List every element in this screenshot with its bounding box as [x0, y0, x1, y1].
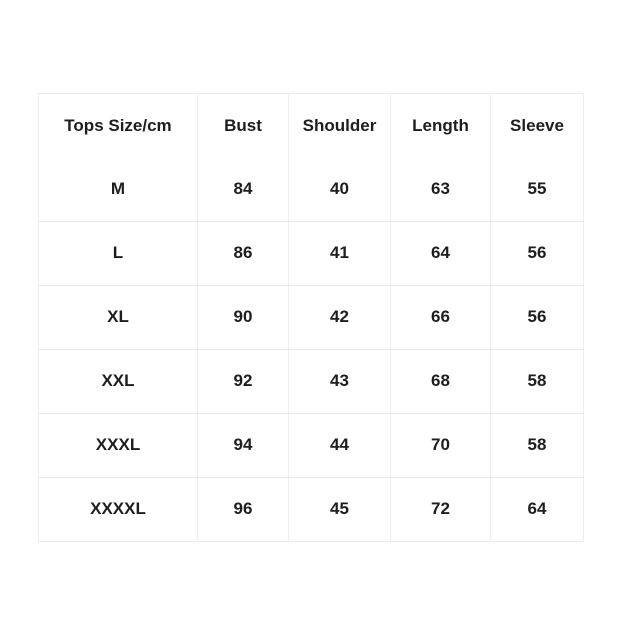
table-row: L 86 41 64 56	[38, 221, 584, 286]
cell-size: XXL	[38, 349, 198, 414]
cell-shoulder: 41	[288, 221, 391, 286]
table-row: XXXXL 96 45 72 64	[38, 477, 584, 542]
cell-bust: 92	[197, 349, 289, 414]
cell-size: XXXXL	[38, 477, 198, 542]
cell-length: 70	[390, 413, 491, 478]
cell-shoulder: 43	[288, 349, 391, 414]
cell-size: XL	[38, 285, 198, 350]
column-header-length: Length	[390, 93, 491, 158]
cell-length: 66	[390, 285, 491, 350]
cell-sleeve: 58	[490, 413, 584, 478]
table-row: XXXL 94 44 70 58	[38, 413, 584, 478]
cell-bust: 84	[197, 158, 289, 222]
cell-size: M	[38, 158, 198, 222]
cell-length: 72	[390, 477, 491, 542]
cell-sleeve: 55	[490, 158, 584, 222]
cell-sleeve: 64	[527, 499, 547, 519]
header-row: Tops Size/cm Bust Shoulder Length Sleeve	[38, 93, 584, 158]
cell-length: 64	[390, 221, 491, 286]
cell-length: 63	[390, 158, 491, 222]
column-header-size: Tops Size/cm	[38, 93, 198, 158]
page-canvas: Tops Size/cm Bust Shoulder Length Sleeve…	[0, 0, 630, 630]
column-header-sleeve: Sleeve	[510, 115, 564, 135]
size-chart-table: Tops Size/cm Bust Shoulder Length Sleeve…	[38, 93, 584, 542]
cell-sleeve: 56	[490, 221, 584, 286]
cell-shoulder: 45	[288, 477, 391, 542]
cell-shoulder: 40	[288, 158, 391, 222]
cell-sleeve: 58	[490, 349, 584, 414]
cell-length: 68	[390, 349, 491, 414]
table-body: M 84 40 63 55 L 86 41 64 56 XL 90 42 66 …	[38, 158, 584, 542]
cell-size: L	[38, 221, 198, 286]
cell-shoulder: 44	[288, 413, 391, 478]
cell-bust: 86	[197, 221, 289, 286]
column-header-bust: Bust	[197, 93, 289, 158]
cell-bust: 96	[197, 477, 289, 542]
cell-sleeve: 56	[490, 285, 584, 350]
table-row: M 84 40 63 55	[38, 158, 584, 222]
cell-bust: 90	[197, 285, 289, 350]
table-row: XL 90 42 66 56	[38, 285, 584, 350]
cell-size: XXXL	[38, 413, 198, 478]
cell-bust: 94	[197, 413, 289, 478]
table-row: XXL 92 43 68 58	[38, 349, 584, 414]
column-header-shoulder: Shoulder	[288, 93, 391, 158]
cell-shoulder: 42	[288, 285, 391, 350]
table-header: Tops Size/cm Bust Shoulder Length Sleeve	[38, 93, 584, 158]
